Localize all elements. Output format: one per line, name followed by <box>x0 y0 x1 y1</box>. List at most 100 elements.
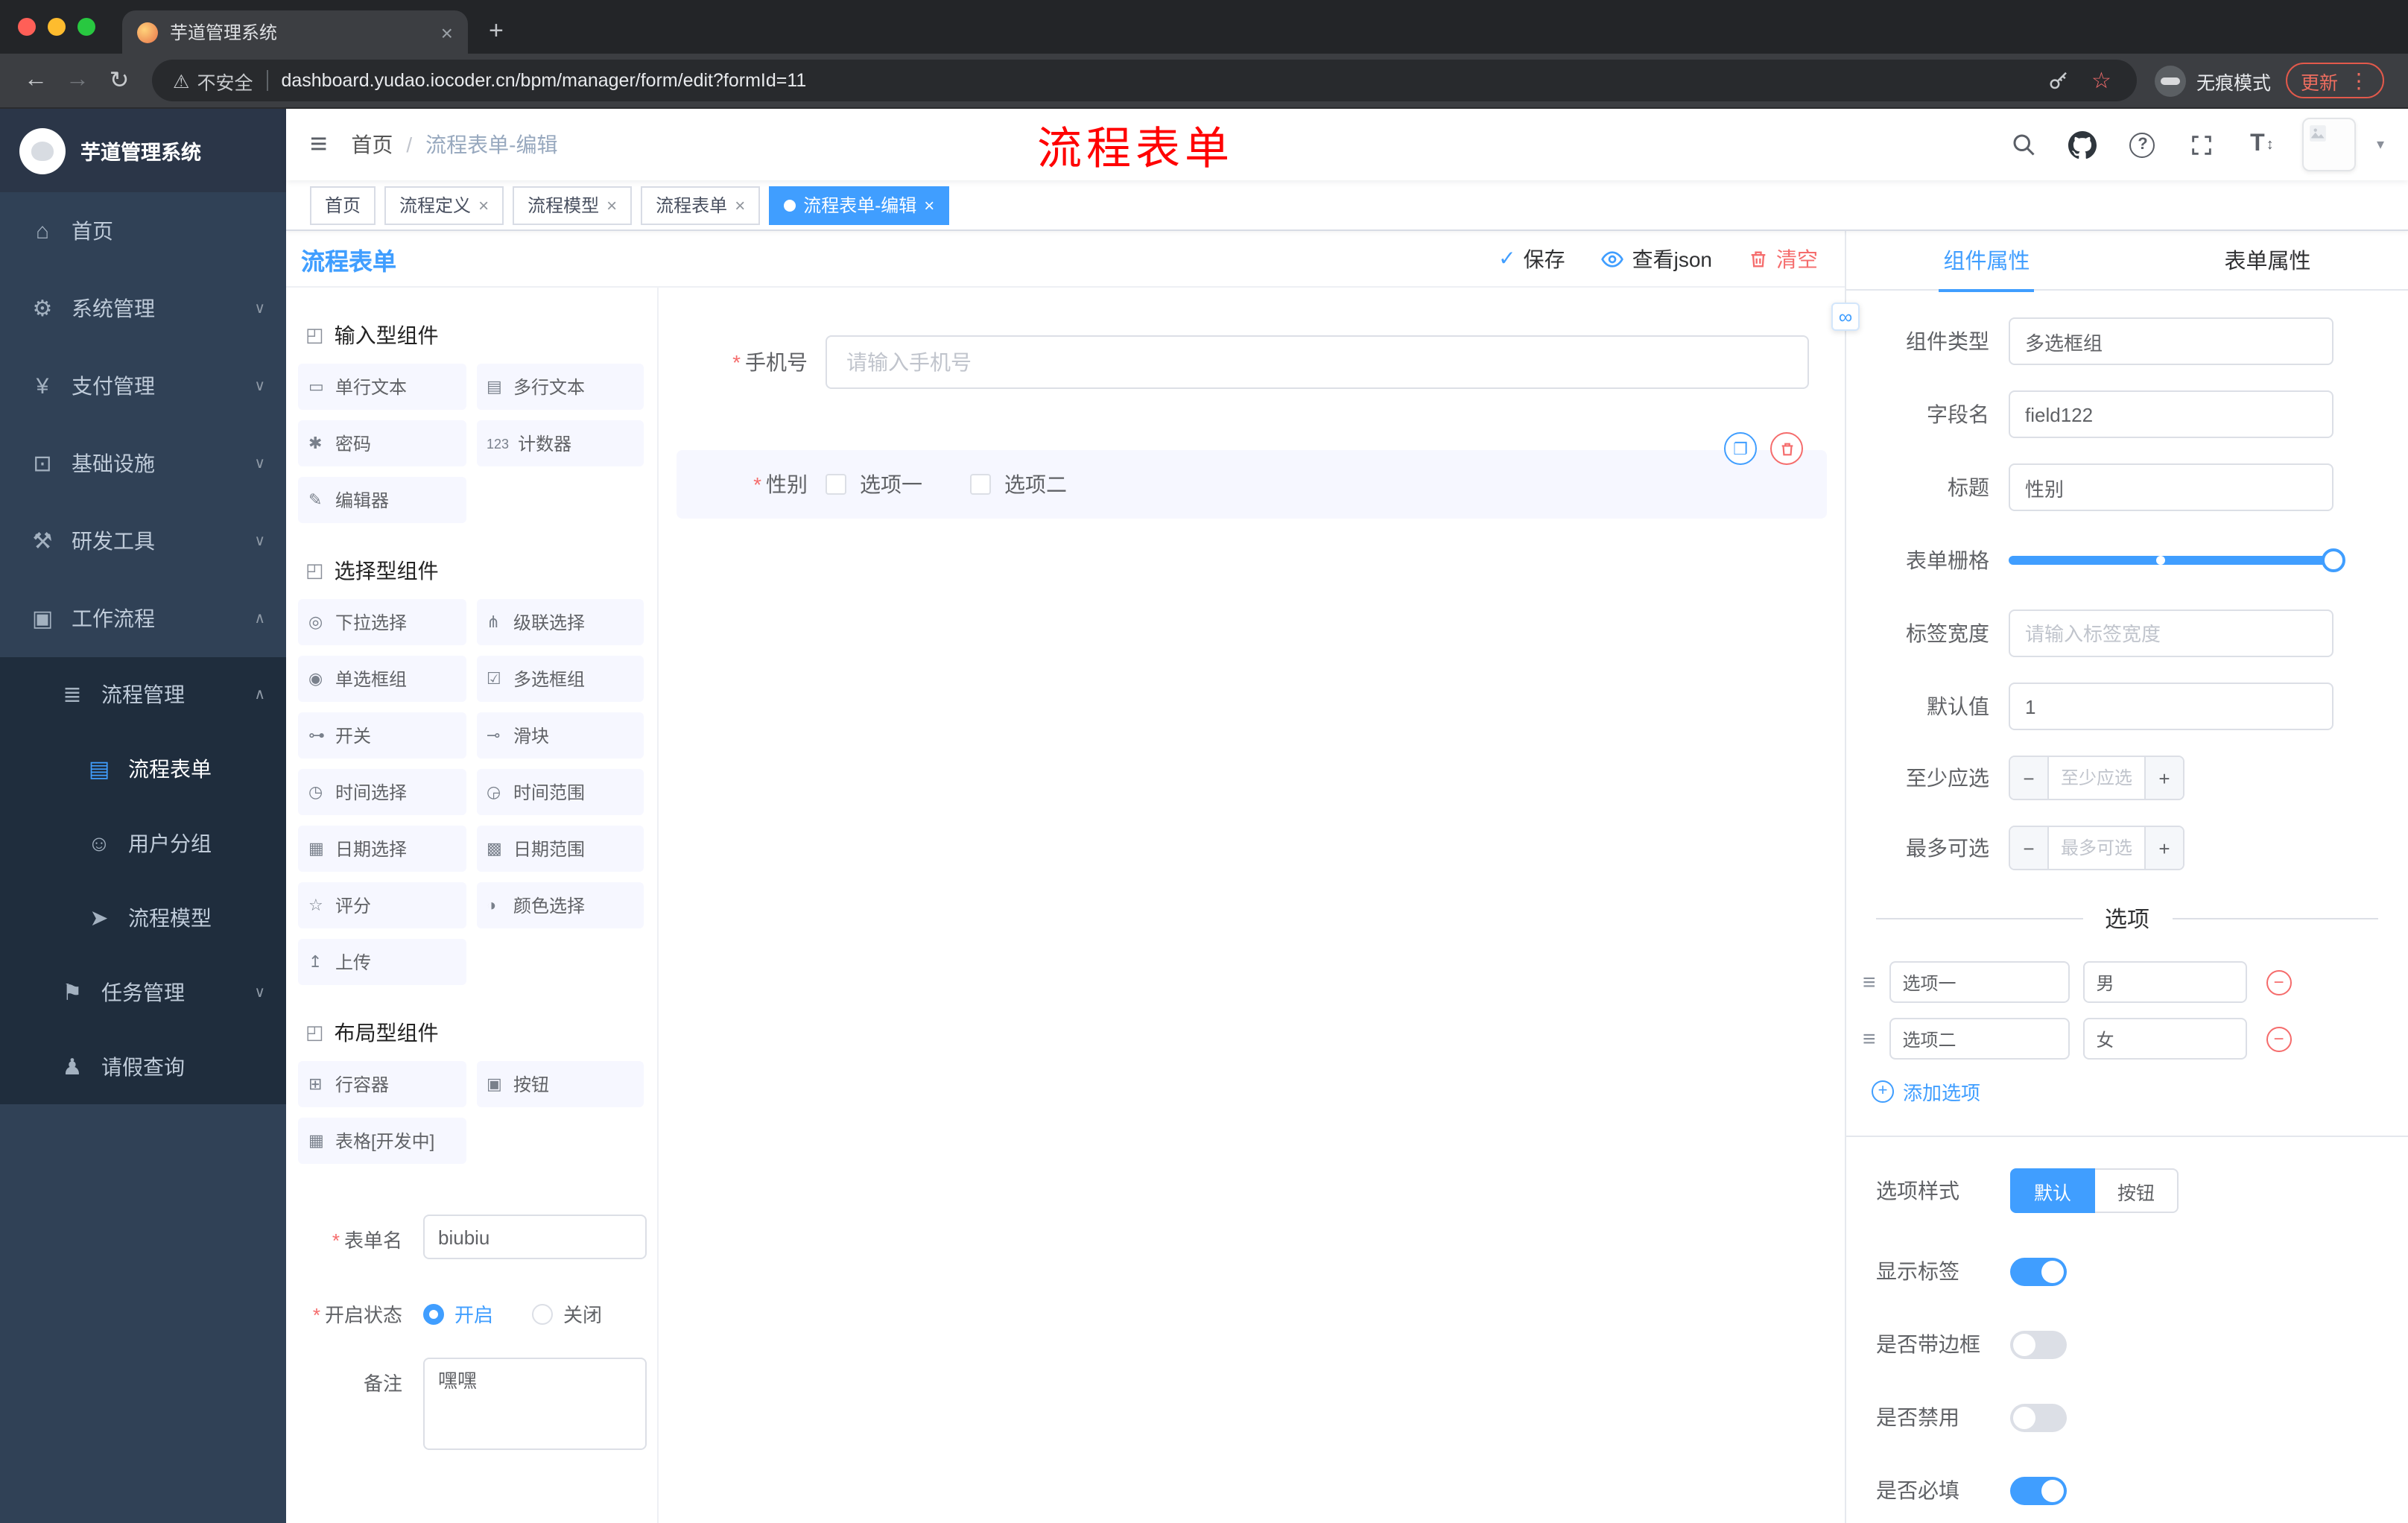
hamburger-icon[interactable]: ≡ <box>310 130 327 159</box>
palette-item-slider[interactable]: ⊸ 滑块 <box>476 712 644 759</box>
address-bar[interactable]: ⚠ 不安全 dashboard.yudao.iocoder.cn/bpm/man… <box>152 60 2137 101</box>
option-value-input[interactable] <box>2082 1018 2247 1060</box>
slider-handle[interactable] <box>2322 548 2345 572</box>
sidebar-item-task-management[interactable]: ⚑ 任务管理 ∨ <box>0 955 286 1030</box>
tab-form-props[interactable]: 表单属性 <box>2127 231 2408 289</box>
palette-item-time-picker[interactable]: ◷ 时间选择 <box>298 769 466 815</box>
forward-icon[interactable]: → <box>57 60 98 101</box>
add-option-button[interactable]: + 添加选项 <box>1872 1077 2378 1106</box>
palette-item-switch[interactable]: ⊶ 开关 <box>298 712 466 759</box>
save-button[interactable]: ✓ 保存 <box>1498 244 1565 273</box>
security-chip[interactable]: ⚠ 不安全 <box>173 66 253 95</box>
minimize-window-button[interactable] <box>48 18 66 36</box>
style-button-button[interactable]: 按钮 <box>2095 1168 2179 1213</box>
palette-item-counter[interactable]: 123 计数器 <box>476 420 644 466</box>
phone-input[interactable] <box>826 335 1809 389</box>
canvas-field-phone[interactable]: * 手机号 <box>677 325 1827 399</box>
palette-item-time-range[interactable]: ◶ 时间范围 <box>476 769 644 815</box>
palette-item-select[interactable]: ◎ 下拉选择 <box>298 599 466 645</box>
sidebar-item-leave-query[interactable]: ♟ 请假查询 <box>0 1030 286 1104</box>
sidebar-item-payment[interactable]: ¥ 支付管理 ∨ <box>0 347 286 425</box>
tag-process-form[interactable]: 流程表单 × <box>641 186 761 224</box>
close-window-button[interactable] <box>18 18 36 36</box>
sidebar-item-devtools[interactable]: ⚒ 研发工具 ∨ <box>0 502 286 580</box>
gender-checkbox-option2[interactable]: 选项二 <box>970 469 1067 499</box>
component-type-select[interactable]: 多选框组 <box>2009 317 2333 365</box>
remove-option-button[interactable]: − <box>2266 969 2292 995</box>
max-select-input[interactable] <box>2049 827 2144 869</box>
sidebar-item-workflow[interactable]: ▣ 工作流程 ∧ <box>0 580 286 657</box>
palette-item-editor[interactable]: ✎ 编辑器 <box>298 477 466 523</box>
palette-item-upload[interactable]: ↥ 上传 <box>298 939 466 985</box>
palette-item-color-picker[interactable]: ◑ 颜色选择 <box>476 882 644 928</box>
back-icon[interactable]: ← <box>15 60 57 101</box>
disabled-toggle[interactable] <box>2010 1403 2067 1431</box>
sidebar-item-process-form[interactable]: ▤ 流程表单 <box>0 732 286 806</box>
fullscreen-icon[interactable] <box>2183 125 2222 164</box>
option-label-input[interactable] <box>1889 961 2070 1003</box>
zoom-window-button[interactable] <box>77 18 95 36</box>
clear-button[interactable]: 清空 <box>1748 244 1818 273</box>
default-value-input[interactable] <box>2009 683 2333 730</box>
sidebar-item-process-management[interactable]: ≣ 流程管理 ∧ <box>0 657 286 732</box>
increase-button[interactable]: + <box>2144 827 2183 869</box>
tab-close-icon[interactable]: × <box>441 20 453 44</box>
close-icon[interactable]: × <box>478 194 489 215</box>
canvas-field-gender[interactable]: ❐ * 性别 选项一 选项二 <box>677 432 1827 519</box>
palette-item-date-range[interactable]: ▩ 日期范围 <box>476 826 644 872</box>
browser-tab[interactable]: 芋道管理系统 × <box>122 10 468 54</box>
sidebar-item-system[interactable]: ⚙ 系统管理 ∨ <box>0 270 286 347</box>
label-width-input[interactable] <box>2009 609 2333 657</box>
search-icon[interactable] <box>2004 125 2043 164</box>
form-name-input[interactable] <box>423 1215 647 1259</box>
title-input[interactable] <box>2009 463 2333 511</box>
with-border-toggle[interactable] <box>2010 1330 2067 1358</box>
required-toggle[interactable] <box>2010 1476 2067 1504</box>
delete-field-button[interactable] <box>1770 432 1803 465</box>
close-icon[interactable]: × <box>606 194 617 215</box>
palette-item-button[interactable]: ▣ 按钮 <box>476 1061 644 1107</box>
sidebar-item-user-group[interactable]: ☺ 用户分组 <box>0 806 286 881</box>
decrease-button[interactable]: − <box>2010 827 2049 869</box>
palette-item-password[interactable]: ✱ 密码 <box>298 420 466 466</box>
option-value-input[interactable] <box>2082 961 2247 1003</box>
decrease-button[interactable]: − <box>2010 757 2049 799</box>
slider-track[interactable] <box>2009 548 2345 572</box>
remove-option-button[interactable]: − <box>2266 1026 2292 1051</box>
github-icon[interactable] <box>2064 125 2103 164</box>
palette-item-radio-group[interactable]: ◉ 单选框组 <box>298 656 466 702</box>
sidebar-item-home[interactable]: ⌂ 首页 <box>0 192 286 270</box>
status-radio-on[interactable]: 开启 <box>423 1299 493 1328</box>
sidebar-item-infrastructure[interactable]: ⊡ 基础设施 ∨ <box>0 425 286 502</box>
link-icon[interactable]: ∞ <box>1831 303 1860 331</box>
drag-handle-icon[interactable]: ≡ <box>1863 1028 1876 1050</box>
help-icon[interactable]: ? <box>2123 125 2162 164</box>
tag-process-form-edit[interactable]: 流程表单-编辑 × <box>769 186 950 224</box>
increase-button[interactable]: + <box>2144 757 2183 799</box>
new-tab-button[interactable]: + <box>489 16 504 46</box>
close-icon[interactable]: × <box>924 194 934 215</box>
tag-process-model[interactable]: 流程模型 × <box>513 186 633 224</box>
status-radio-off[interactable]: 关闭 <box>532 1299 602 1328</box>
breadcrumb-home[interactable]: 首页 <box>351 130 393 159</box>
tab-component-props[interactable]: 组件属性 <box>1846 231 2127 291</box>
avatar[interactable] <box>2301 118 2356 171</box>
palette-item-single-line-text[interactable]: ▭ 单行文本 <box>298 364 466 410</box>
palette-item-checkbox-group[interactable]: ☑ 多选框组 <box>476 656 644 702</box>
palette-item-cascader[interactable]: ⋔ 级联选择 <box>476 599 644 645</box>
show-label-toggle[interactable] <box>2010 1257 2067 1285</box>
key-icon[interactable] <box>2047 69 2069 92</box>
min-select-input[interactable] <box>2049 757 2144 799</box>
drag-handle-icon[interactable]: ≡ <box>1863 971 1876 993</box>
palette-item-row-container[interactable]: ⊞ 行容器 <box>298 1061 466 1107</box>
palette-item-table[interactable]: ▦ 表格[开发中] <box>298 1118 466 1164</box>
kebab-menu-icon[interactable]: ⋮ <box>2348 68 2369 93</box>
field-name-input[interactable] <box>2009 390 2333 438</box>
copy-field-button[interactable]: ❐ <box>1724 432 1757 465</box>
palette-item-rate[interactable]: ☆ 评分 <box>298 882 466 928</box>
tag-process-definition[interactable]: 流程定义 × <box>384 186 504 224</box>
sidebar-item-process-model[interactable]: ➤ 流程模型 <box>0 881 286 955</box>
option-label-input[interactable] <box>1889 1018 2070 1060</box>
font-size-icon[interactable]: T ↕ <box>2243 125 2281 164</box>
palette-item-multi-line-text[interactable]: ▤ 多行文本 <box>476 364 644 410</box>
